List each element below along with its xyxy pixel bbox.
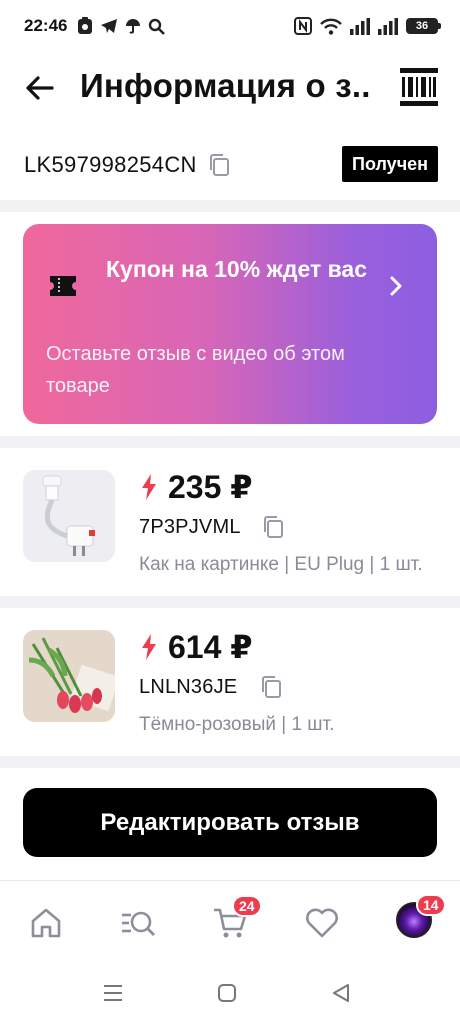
coupon-title: Купон на 10% ждет вас <box>106 256 368 282</box>
section-divider <box>0 596 460 608</box>
system-navigation-bar <box>0 960 460 1024</box>
home-button-icon[interactable] <box>216 982 238 1004</box>
telegram-icon <box>101 19 118 33</box>
chevron-right-icon[interactable] <box>387 274 405 298</box>
status-system-icons: 36 <box>294 17 441 35</box>
product-sku: LNLN36JE <box>139 676 238 698</box>
product-price: 614 ₽ <box>168 629 253 665</box>
home-icon[interactable] <box>28 905 64 941</box>
ticket-icon <box>50 276 76 296</box>
section-divider <box>0 436 460 448</box>
app-icon <box>78 17 93 34</box>
section-divider <box>0 756 460 768</box>
product-image <box>23 470 115 562</box>
back-arrow-icon[interactable] <box>24 72 56 104</box>
signal-icon <box>350 17 370 35</box>
barcode-scan-icon[interactable] <box>400 68 438 106</box>
status-bar: 22:46 36 <box>0 0 460 52</box>
price-row: 614 ₽ <box>140 628 253 666</box>
catalog-search-icon[interactable] <box>120 905 156 941</box>
tracking-number: LK597998254CN <box>24 152 197 177</box>
order-status-badge: Получен <box>342 146 439 182</box>
back-button-icon[interactable] <box>330 982 352 1004</box>
wifi-icon <box>320 18 342 35</box>
product-image <box>23 630 115 722</box>
price-row: 235 ₽ <box>140 468 253 506</box>
profile-badge: 14 <box>416 894 446 916</box>
umbrella-icon <box>126 18 141 34</box>
copy-icon[interactable] <box>260 675 282 699</box>
copy-icon[interactable] <box>208 153 230 177</box>
coupon-subtitle: Оставьте отзыв с видео об этом товаре <box>46 343 345 397</box>
page-title: Информация о з... <box>80 67 370 104</box>
cart-badge: 24 <box>232 895 262 917</box>
top-app-bar: Информация о з... <box>0 52 460 124</box>
product-variant: Как на картинке | EU Plug | 1 шт. <box>139 554 423 575</box>
tracking-row: LK597998254CN Получен <box>0 142 460 186</box>
recent-apps-icon[interactable] <box>102 982 124 1004</box>
bottom-navigation: 24 <box>0 880 460 960</box>
battery-icon: 36 <box>406 18 441 34</box>
search-icon <box>149 18 166 35</box>
section-divider <box>0 200 460 212</box>
status-notification-icons <box>77 17 166 35</box>
favorites-icon[interactable] <box>304 905 340 941</box>
lightning-icon <box>142 474 156 500</box>
product-variant: Тёмно-розовый | 1 шт. <box>139 714 335 735</box>
product-sku: 7P3PJVML <box>139 516 241 538</box>
signal-icon <box>378 17 398 35</box>
product-card[interactable]: 614 ₽ LNLN36JE Тёмно-розовый | 1 шт. <box>0 608 460 748</box>
copy-icon[interactable] <box>262 515 284 539</box>
review-coupon-banner[interactable]: Купон на 10% ждет вас Оставьте отзыв с в… <box>23 224 437 424</box>
nfc-icon <box>294 17 312 35</box>
product-price: 235 ₽ <box>168 469 253 505</box>
edit-review-button[interactable]: Редактировать отзыв <box>23 788 437 857</box>
product-card[interactable]: 235 ₽ 7P3PJVML Как на картинке | EU Plug… <box>0 448 460 588</box>
status-time: 22:46 <box>24 16 68 35</box>
lightning-icon <box>142 634 156 660</box>
